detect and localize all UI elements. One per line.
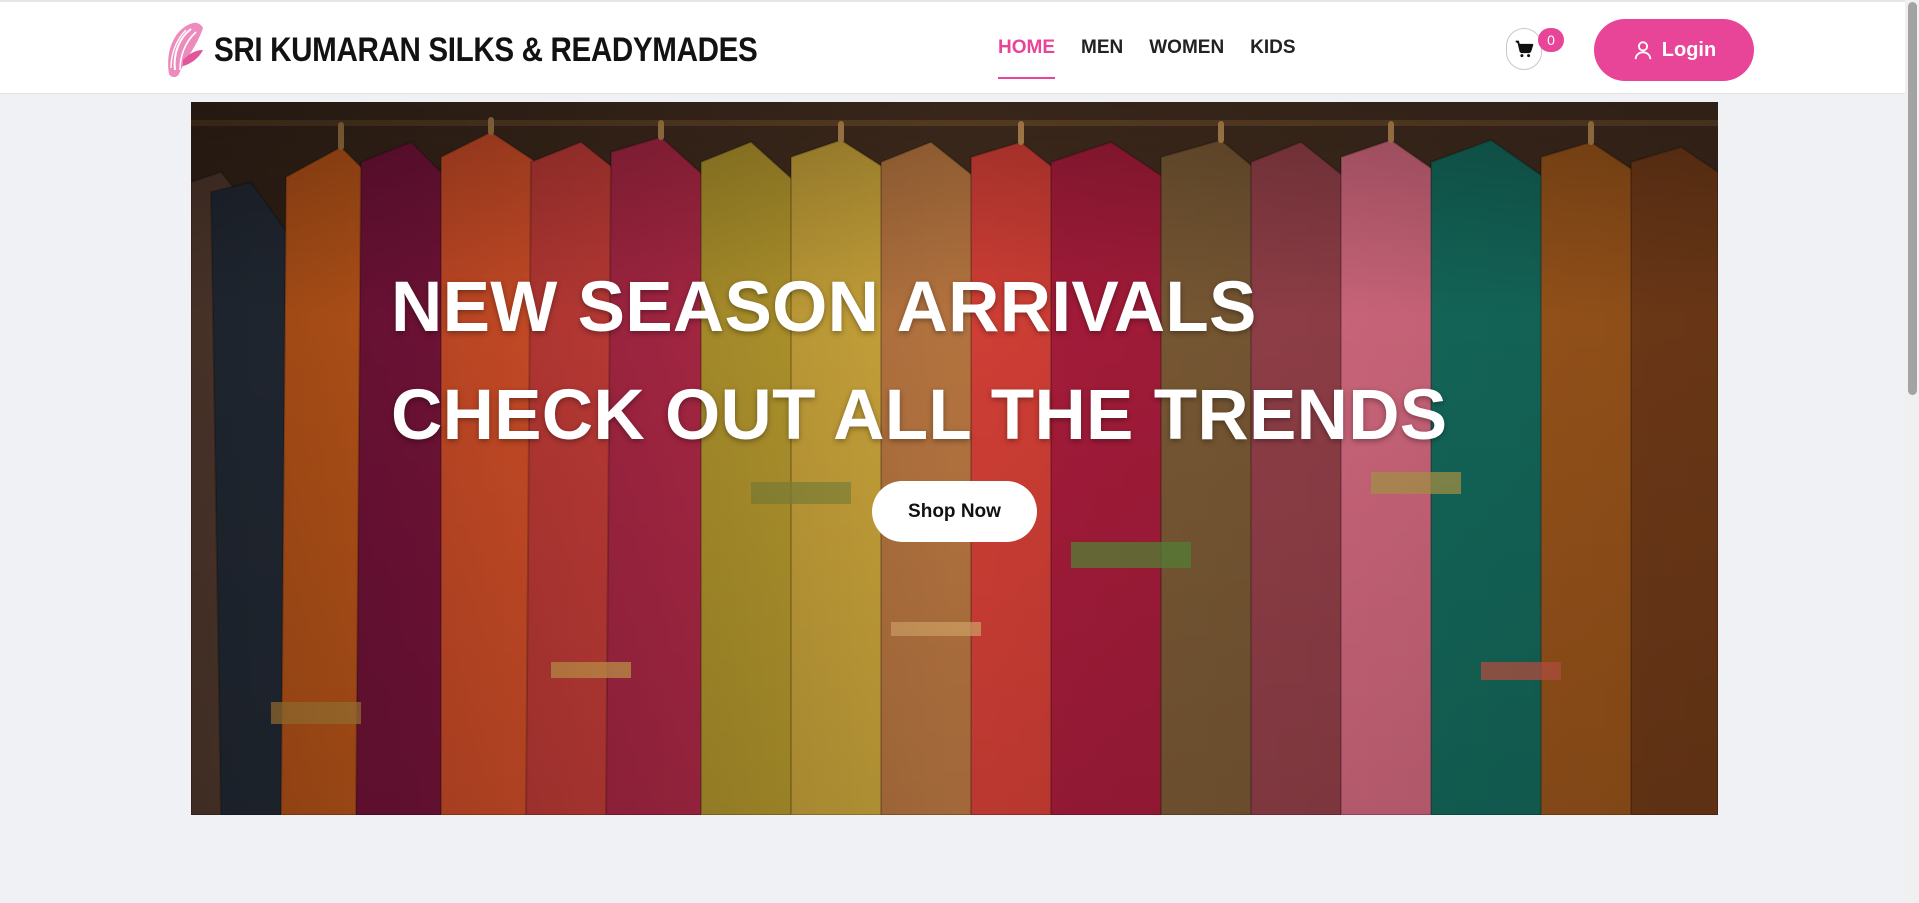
site-header: SRI KUMARAN SILKS & READYMADES HOME MEN …: [0, 2, 1905, 94]
login-label: Login: [1661, 38, 1717, 61]
scrollbar-thumb[interactable]: [1908, 2, 1917, 395]
saree-leaf-logo-icon: [168, 22, 203, 77]
nav-item-women[interactable]: WOMEN: [1149, 2, 1224, 94]
brand-name: SRI KUMARAN SILKS & READYMADES: [214, 30, 758, 69]
hero-banner: NEW SEASON ARRIVALS CHECK OUT ALL THE TR…: [191, 102, 1718, 815]
nav-item-men[interactable]: MEN: [1081, 2, 1123, 94]
hero-headline-1: NEW SEASON ARRIVALS: [391, 268, 1257, 347]
cart-count-badge: 0: [1538, 28, 1564, 52]
hero-headline-2: CHECK OUT ALL THE TRENDS: [391, 376, 1448, 455]
main-nav: HOME MEN WOMEN KIDS: [998, 2, 1322, 94]
page-scrollbar[interactable]: [1905, 0, 1919, 903]
user-icon: [1634, 41, 1652, 60]
cart-icon: [1515, 40, 1534, 58]
login-button[interactable]: Login: [1594, 19, 1754, 81]
nav-item-kids[interactable]: KIDS: [1250, 2, 1295, 94]
cart-button[interactable]: [1506, 28, 1542, 70]
nav-item-home[interactable]: HOME: [998, 2, 1055, 94]
brand-logo[interactable]: SRI KUMARAN SILKS & READYMADES: [163, 20, 839, 80]
shop-now-button[interactable]: Shop Now: [872, 481, 1037, 542]
clothing-rack-hero-image: [191, 102, 1718, 815]
